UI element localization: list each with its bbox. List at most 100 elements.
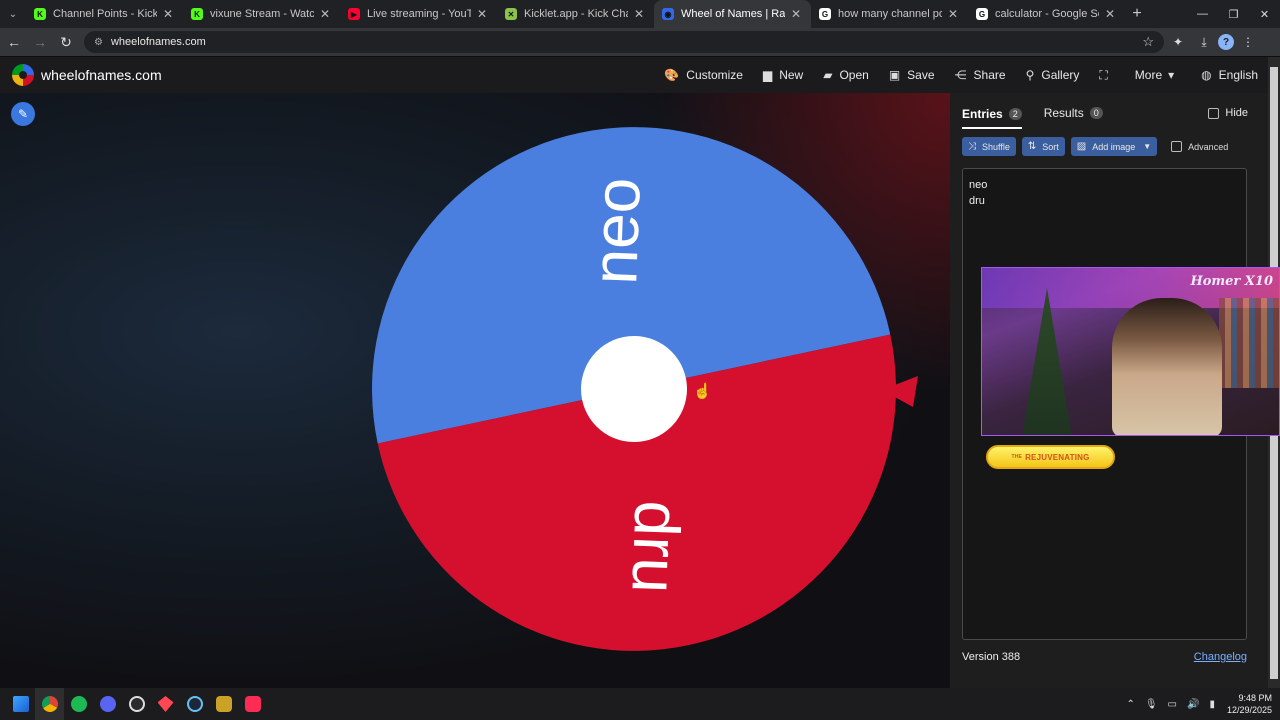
tab-results[interactable]: Results 0	[1044, 106, 1103, 122]
steam-icon	[186, 696, 203, 712]
add-image-label: Add image	[1092, 141, 1136, 152]
browser-tab[interactable]: Ghow many channel points per hour on kic…	[811, 0, 968, 28]
tab-close-icon[interactable]: ✕	[318, 7, 332, 21]
spotify-icon	[70, 696, 87, 712]
nav-save-button[interactable]: ▣ Save	[889, 68, 935, 82]
fullscreen-button[interactable]: ⛶	[1099, 68, 1114, 83]
webcam-logo-text: Homer X10	[1190, 274, 1273, 289]
results-count-badge: 0	[1089, 107, 1103, 119]
tab-favicon-icon: K	[191, 8, 203, 20]
browser-menu-icon[interactable]: ⋮	[1236, 30, 1260, 54]
header-nav: 🎨 Customize ▆ New ▰ Open ▣ Save ⋲ Share ⚲ Gallery ⛶ M…	[644, 68, 1258, 83]
taskbar-spotify[interactable]	[64, 688, 93, 720]
nav-customize-button[interactable]: 🎨 Customize	[664, 68, 743, 82]
url-input[interactable]: ⚙ wheelofnames.com ☆	[84, 31, 1164, 53]
browser-tab[interactable]: ✕ Kicklet.app - Kick Chatbot and Overlays…	[497, 0, 654, 28]
tab-title: calculator - Google Search	[995, 8, 1099, 20]
window-controls: — ❐ ✕	[1187, 0, 1280, 28]
tray-chevron-icon[interactable]: ⌃	[1126, 699, 1134, 710]
profile-avatar[interactable]: ?	[1218, 34, 1234, 50]
taskbar-obs[interactable]	[122, 688, 151, 720]
nav-label: New	[779, 68, 804, 82]
microphone-icon[interactable]: 🎙	[1145, 699, 1158, 710]
nav-english-button[interactable]: ◍ English	[1201, 68, 1258, 82]
close-window-icon[interactable]: ✕	[1249, 0, 1280, 28]
tab-close-icon[interactable]: ✕	[1103, 7, 1117, 21]
shuffle-label: Shuffle	[982, 141, 1010, 152]
nav-label: English	[1218, 68, 1258, 82]
palette-icon: 🎨	[664, 68, 680, 82]
battery-icon[interactable]: ▮	[1209, 699, 1215, 710]
network-icon[interactable]: ▭	[1168, 699, 1177, 710]
shuffle-button[interactable]: ⤨ Shuffle	[962, 137, 1016, 156]
search-icon: ⚲	[1025, 68, 1035, 82]
taskbar-chrome[interactable]	[35, 688, 64, 720]
nav-share-button[interactable]: ⋲ Share	[955, 68, 1006, 82]
forward-icon[interactable]: →	[28, 30, 52, 54]
tab-title: Wheel of Names | Random name picker	[681, 8, 785, 20]
banner-text: REJUVENATING	[1025, 452, 1090, 462]
tab-favicon-icon: G	[976, 8, 988, 20]
nav-open-button[interactable]: ▰ Open	[823, 68, 869, 82]
extensions-icon[interactable]: ✦	[1166, 30, 1190, 54]
tab-close-icon[interactable]: ✕	[632, 7, 646, 21]
tab-favicon-icon: ▶	[348, 8, 360, 20]
nav-label: More	[1134, 68, 1163, 82]
tab-close-icon[interactable]: ✕	[946, 7, 960, 21]
nav-more-button[interactable]: More ▾	[1135, 68, 1181, 82]
entries-count-badge: 2	[1008, 108, 1022, 120]
browser-tab[interactable]: ◉ Wheel of Names | Random name picker ✕	[654, 0, 811, 28]
taskbar-valorant[interactable]	[151, 688, 180, 720]
advanced-toggle[interactable]: Advanced	[1171, 141, 1228, 152]
sort-button[interactable]: ⇅ Sort	[1021, 137, 1065, 156]
wheel[interactable]: neo dru	[0, 93, 950, 688]
tab-entries[interactable]: Entries 2	[962, 107, 1022, 129]
caret-down-icon: ▼	[1143, 142, 1152, 151]
tab-close-icon[interactable]: ✕	[475, 7, 489, 21]
taskbar-discord[interactable]	[93, 688, 122, 720]
site-info-icon[interactable]: ⚙	[94, 37, 103, 48]
taskbar-clock[interactable]: 9:48 PM 12/29/2025	[1227, 692, 1272, 716]
minimize-icon[interactable]: —	[1187, 0, 1218, 28]
changelog-link[interactable]: Changelog	[1194, 651, 1247, 663]
browser-tab[interactable]: Gcalculator - Google Search ✕	[968, 0, 1125, 28]
windows-logo-icon	[12, 696, 29, 712]
nav-new-button[interactable]: ▆ New	[763, 68, 803, 82]
wheel-label-dru: dru	[618, 500, 693, 595]
reload-icon[interactable]: ↻	[54, 30, 78, 54]
volume-icon[interactable]: 🔊	[1187, 699, 1199, 710]
restore-icon[interactable]: ❐	[1218, 0, 1249, 28]
nav-label: Share	[973, 68, 1006, 82]
advanced-checkbox[interactable]	[1171, 141, 1183, 152]
banner-small-text: THE	[1011, 454, 1023, 460]
wheel-center-button[interactable]	[581, 336, 687, 442]
taskbar-steam[interactable]	[180, 688, 209, 720]
nav-gallery-button[interactable]: ⚲ Gallery	[1026, 68, 1080, 82]
download-icon[interactable]: ⤓	[1192, 30, 1216, 54]
browser-tab[interactable]: K Channel Points - Kick Dashboard ✕	[26, 0, 183, 28]
tab-close-icon[interactable]: ✕	[789, 7, 803, 21]
wheel-logo-icon[interactable]	[12, 64, 34, 86]
back-icon[interactable]: ←	[2, 30, 26, 54]
url-text: wheelofnames.com	[110, 36, 206, 48]
edit-pencil-icon[interactable]: ✎	[11, 102, 35, 126]
sort-label: Sort	[1042, 141, 1059, 152]
brand-title[interactable]: wheelofnames.com	[41, 67, 162, 83]
browser-tab[interactable]: ▶ Live streaming - YouTube Studio ✕	[340, 0, 497, 28]
tab-favicon-icon: K	[34, 8, 46, 20]
start-button[interactable]	[6, 688, 35, 720]
nav-label: Gallery	[1041, 68, 1080, 82]
new-tab-button[interactable]: +	[1125, 0, 1149, 28]
hide-toggle[interactable]: Hide	[1208, 107, 1248, 119]
hide-checkbox[interactable]	[1208, 107, 1220, 119]
taskbar-tiktok[interactable]	[238, 688, 267, 720]
panel-footer: Version 388 Changelog	[962, 651, 1247, 663]
bookmark-star-icon[interactable]: ☆	[1142, 34, 1154, 50]
add-image-button[interactable]: ▨ Add image ▼	[1070, 137, 1158, 156]
discord-icon	[99, 696, 116, 712]
tab-search-icon[interactable]: ⌄	[0, 0, 26, 28]
tab-close-icon[interactable]: ✕	[161, 7, 175, 21]
taskbar-app[interactable]	[209, 688, 238, 720]
browser-tab[interactable]: Kvixune Stream - Watch Live on Kick ✕	[183, 0, 340, 28]
browser-tab-strip: ⌄ KChannel Points - Kick Dashboard✕Kvixu…	[0, 0, 1280, 28]
